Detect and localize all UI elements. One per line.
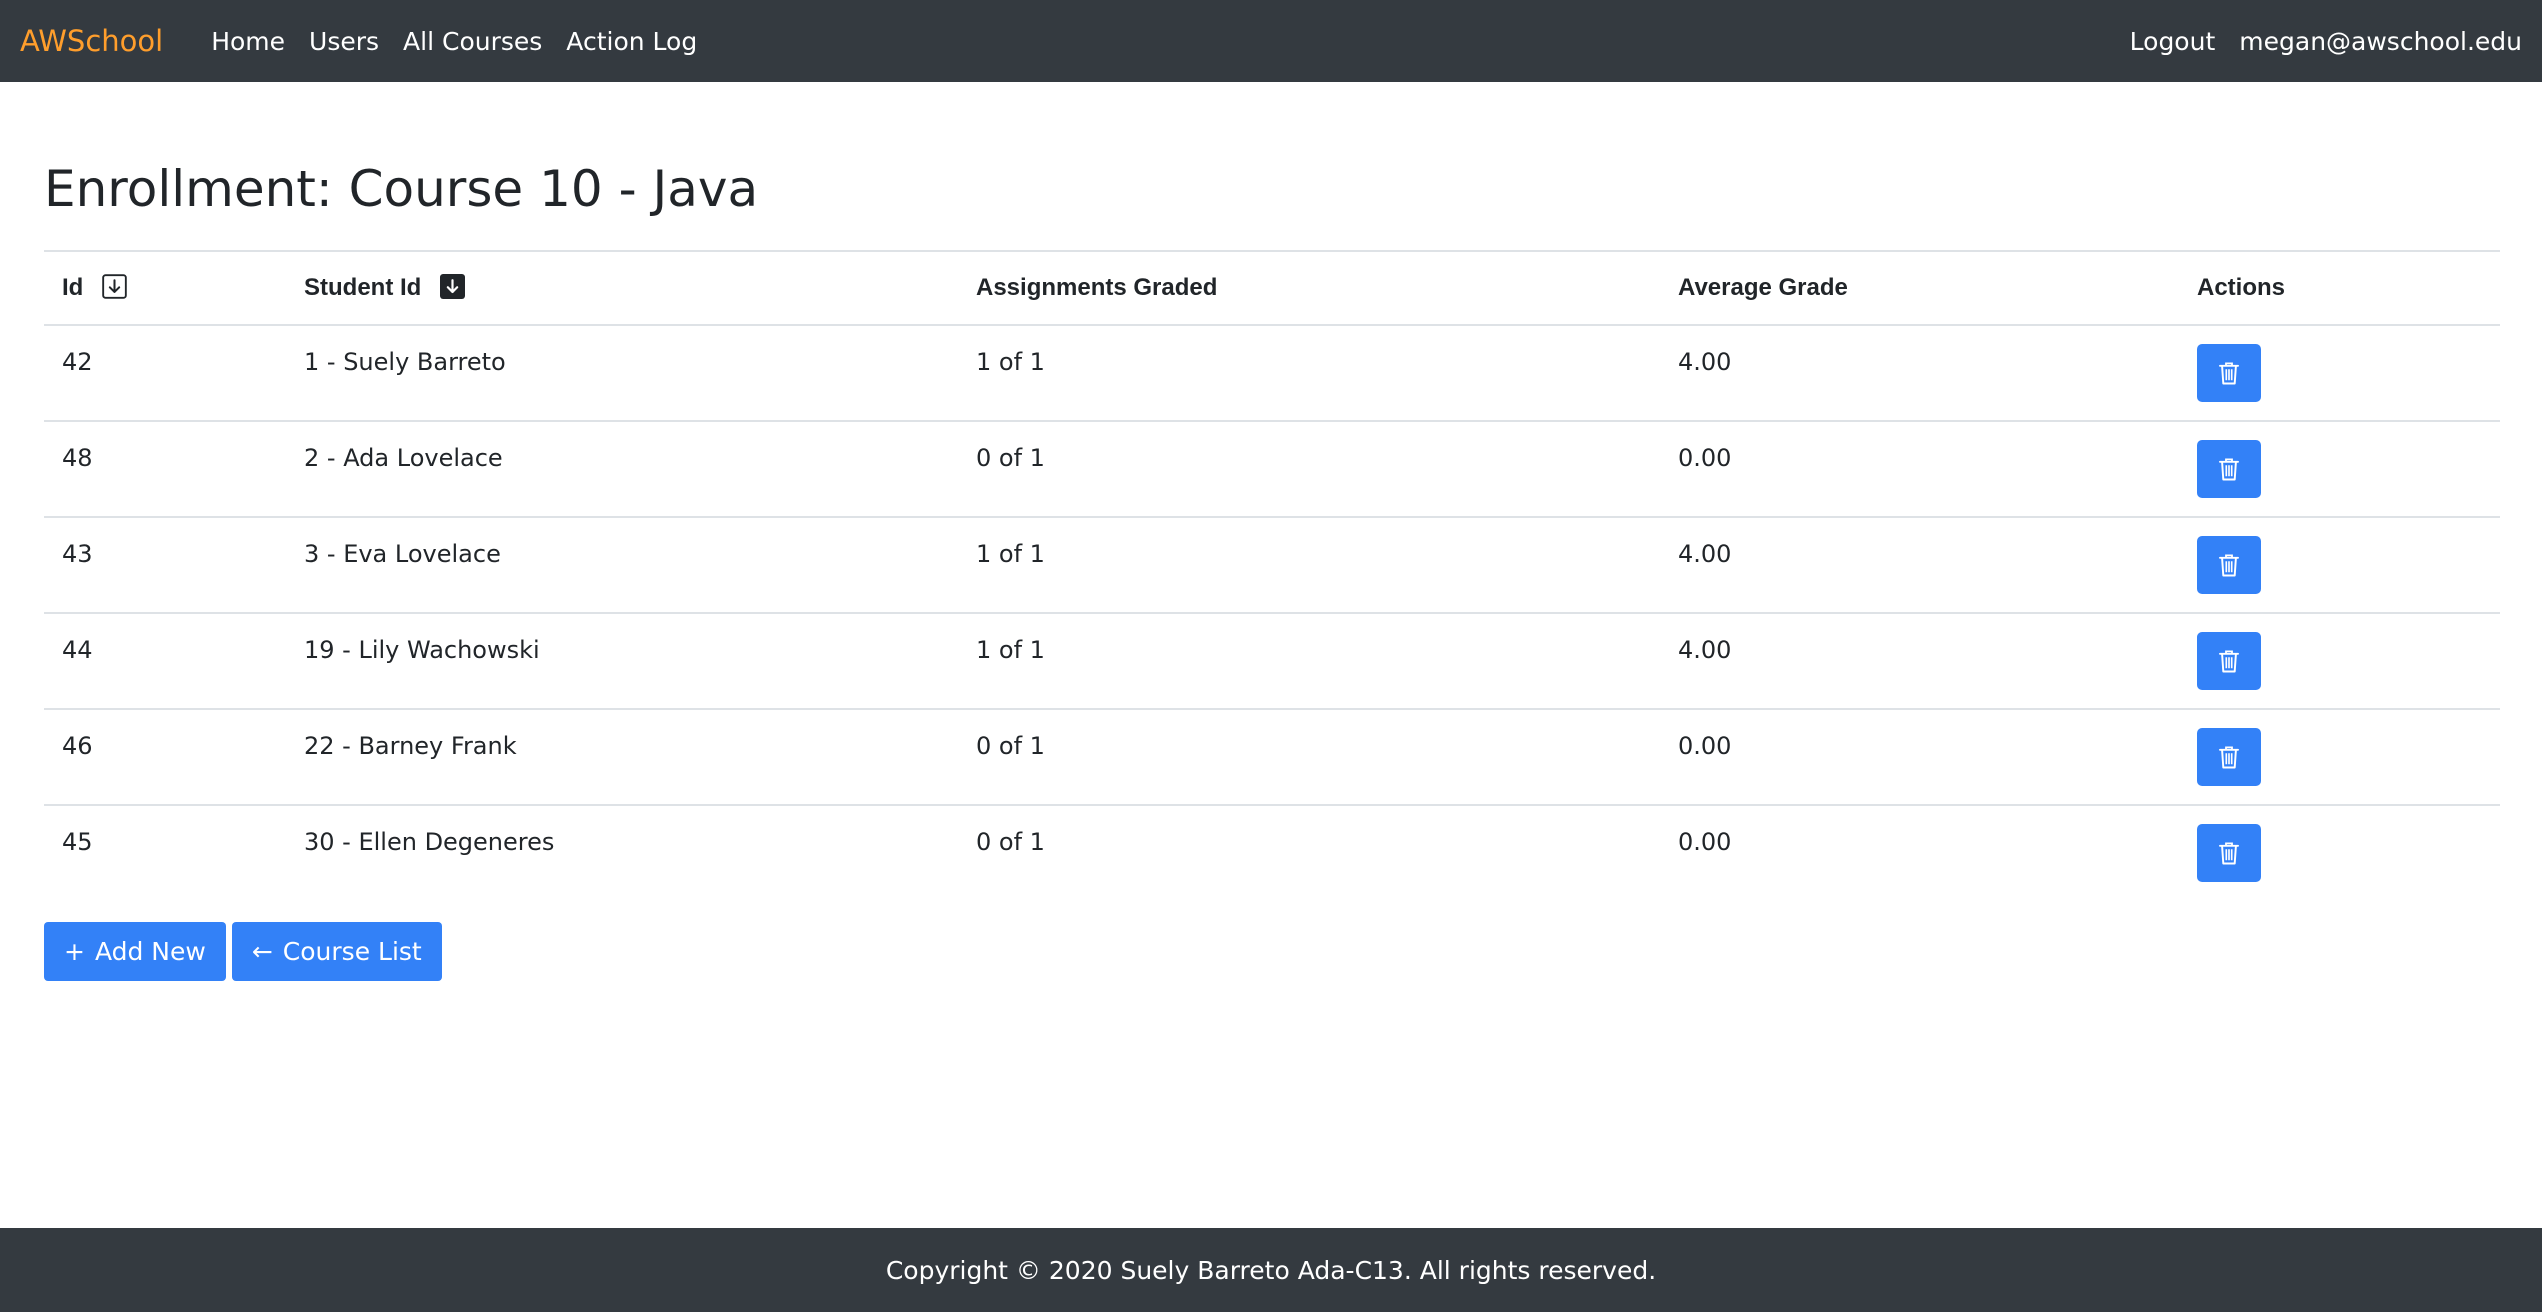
- cell-student: 2 - Ada Lovelace: [286, 421, 958, 518]
- cell-assignments-graded: 0 of 1: [958, 421, 1660, 518]
- column-header-actions: Actions: [2179, 250, 2500, 326]
- cell-id: 46: [44, 709, 286, 806]
- cell-assignments-graded: 1 of 1: [958, 325, 1660, 422]
- cell-id: 42: [44, 325, 286, 422]
- cell-student: 19 - Lily Wachowski: [286, 613, 958, 710]
- table-row: 45 30 - Ellen Degeneres 0 of 1 0.00: [44, 805, 2500, 901]
- plus-icon: +: [64, 937, 85, 966]
- table-row: 46 22 - Barney Frank 0 of 1 0.00: [44, 709, 2500, 806]
- cell-assignments-graded: 0 of 1: [958, 709, 1660, 806]
- sort-arrow-down-filled-icon[interactable]: [440, 274, 465, 300]
- brand-logo[interactable]: AWSchool: [20, 24, 163, 58]
- cell-student: 30 - Ellen Degeneres: [304, 828, 555, 856]
- column-header-id-label: Id: [62, 274, 84, 301]
- nav-link-action-log[interactable]: Action Log: [566, 27, 697, 56]
- nav-right: Logout megan@awschool.edu: [2106, 27, 2522, 56]
- table-row: 44 19 - Lily Wachowski 1 of 1 4.00: [44, 613, 2500, 710]
- user-email-link[interactable]: megan@awschool.edu: [2239, 27, 2522, 56]
- column-header-average-grade: Average Grade: [1660, 250, 2179, 326]
- cell-actions: [2179, 709, 2500, 806]
- page-title: Enrollment: Course 10 - Java: [44, 160, 759, 218]
- trash-icon: [2218, 745, 2240, 769]
- cell-id: 48: [44, 421, 286, 518]
- trash-icon: [2218, 553, 2240, 577]
- arrow-left-icon: ←: [251, 937, 273, 966]
- add-new-button[interactable]: + Add New: [44, 922, 226, 981]
- cell-average-grade: 4.00: [1660, 613, 2179, 710]
- delete-button[interactable]: [2197, 440, 2261, 498]
- delete-button[interactable]: [2197, 344, 2261, 402]
- enrollment-table: Id Student Id Assignments Graded Average…: [44, 250, 2500, 901]
- table-body: 42 1 - Suely Barreto 1 of 1 4.00 48 2 - Ada L…: [44, 325, 2500, 901]
- top-navbar: AWSchool Home Users All Courses Action L…: [0, 0, 2542, 82]
- cell-id: 45: [62, 828, 93, 856]
- cell-assignments-graded: 0 of 1: [976, 828, 1045, 856]
- cell-average-grade: 4.00: [1660, 517, 2179, 614]
- sort-arrow-down-outline-icon[interactable]: [102, 274, 127, 299]
- column-header-assignments-graded: Assignments Graded: [958, 250, 1660, 326]
- nav-link-home[interactable]: Home: [211, 27, 285, 56]
- nav-link-all-courses[interactable]: All Courses: [403, 27, 542, 56]
- trash-icon: [2218, 457, 2240, 481]
- cell-id: 44: [44, 613, 286, 710]
- cell-assignments-graded: 1 of 1: [958, 613, 1660, 710]
- cell-average-grade: 0.00: [1678, 828, 1732, 856]
- cell-actions: [2179, 805, 2500, 901]
- table-row: 48 2 - Ada Lovelace 0 of 1 0.00: [44, 421, 2500, 518]
- delete-button[interactable]: [2197, 536, 2261, 594]
- cell-average-grade: 4.00: [1660, 325, 2179, 422]
- logout-link[interactable]: Logout: [2130, 27, 2216, 56]
- delete-button[interactable]: [2197, 824, 2261, 882]
- column-header-id[interactable]: Id: [44, 250, 286, 326]
- column-header-student-id-label: Student Id: [304, 274, 422, 301]
- table-header-row: Id Student Id Assignments Graded Average…: [44, 250, 2500, 326]
- cell-actions: [2179, 517, 2500, 614]
- add-new-label: Add New: [94, 937, 206, 966]
- course-list-label: Course List: [282, 937, 422, 966]
- action-buttons: + Add New ← Course List: [44, 922, 448, 981]
- delete-button[interactable]: [2197, 632, 2261, 690]
- cell-student: 1 - Suely Barreto: [286, 325, 958, 422]
- page-footer: Copyright © 2020 Suely Barreto Ada-C13. …: [0, 1228, 2542, 1312]
- cell-actions: [2179, 613, 2500, 710]
- table-row: 42 1 - Suely Barreto 1 of 1 4.00: [44, 325, 2500, 422]
- nav-link-users[interactable]: Users: [309, 27, 379, 56]
- trash-icon: [2218, 649, 2240, 673]
- course-list-button[interactable]: ← Course List: [231, 922, 442, 981]
- nav-links: Home Users All Courses Action Log: [211, 27, 721, 56]
- delete-button[interactable]: [2197, 728, 2261, 786]
- cell-average-grade: 0.00: [1660, 709, 2179, 806]
- trash-icon: [2218, 361, 2240, 385]
- cell-average-grade: 0.00: [1660, 421, 2179, 518]
- footer-copyright: Copyright © 2020 Suely Barreto Ada-C13. …: [885, 1255, 1657, 1285]
- trash-icon: [2218, 841, 2240, 865]
- cell-actions: [2179, 421, 2500, 518]
- cell-student: 3 - Eva Lovelace: [286, 517, 958, 614]
- table-row: 43 3 - Eva Lovelace 1 of 1 4.00: [44, 517, 2500, 614]
- column-header-student-id[interactable]: Student Id: [286, 250, 958, 326]
- cell-assignments-graded: 1 of 1: [958, 517, 1660, 614]
- cell-actions: [2179, 325, 2500, 422]
- cell-student: 22 - Barney Frank: [286, 709, 958, 806]
- cell-id: 43: [44, 517, 286, 614]
